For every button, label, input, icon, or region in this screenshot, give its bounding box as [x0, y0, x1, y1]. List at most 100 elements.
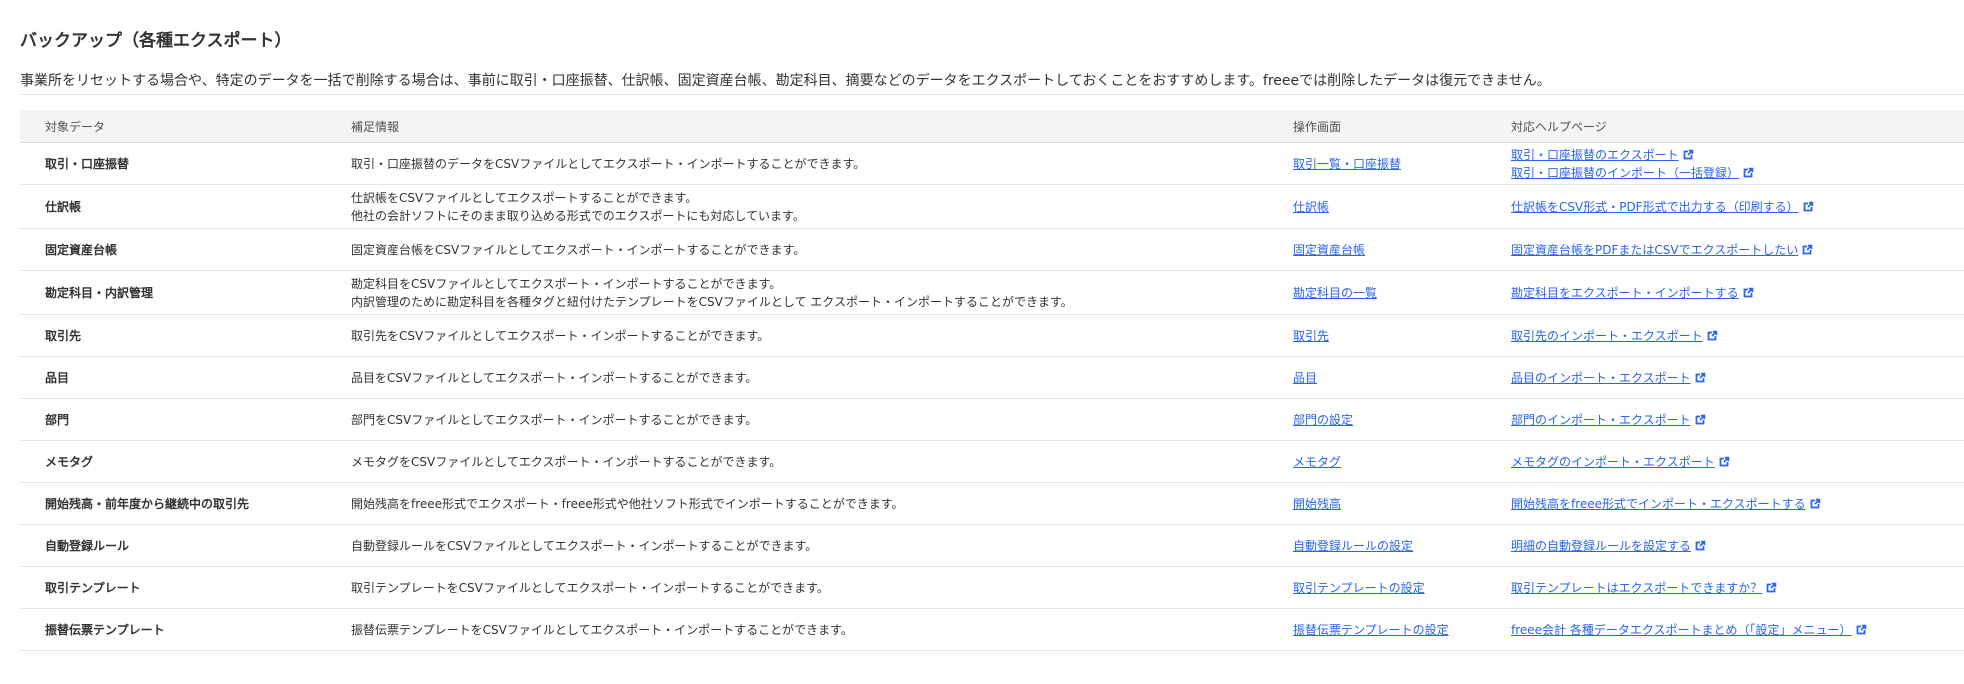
row-info-line: 取引・口座振替のデータをCSVファイルとしてエクスポート・インポートすることがで…	[351, 156, 866, 171]
table-row: 取引先 取引先をCSVファイルとしてエクスポート・インポートすることができます。…	[20, 314, 1964, 357]
row-screen: 振替伝票テンプレートの設定	[1268, 608, 1486, 651]
backup-table: 対象データ 補足情報 操作画面 対応ヘルプページ 取引・口座振替 取引・口座振替…	[20, 110, 1964, 651]
row-screen: 開始残高	[1268, 482, 1486, 525]
help-link[interactable]: 取引先のインポート・エクスポート	[1511, 329, 1703, 343]
row-target: メモタグ	[20, 440, 326, 483]
help-link[interactable]: 品目のインポート・エクスポート	[1511, 371, 1691, 385]
help-link[interactable]: 明細の自動登録ルールを設定する	[1511, 539, 1691, 553]
help-link[interactable]: 仕訳帳をCSV形式・PDF形式で出力する（印刷する）	[1511, 200, 1799, 214]
help-link[interactable]: 取引テンプレートはエクスポートできますか？	[1511, 581, 1762, 595]
header-info: 補足情報	[326, 110, 1268, 143]
row-screen: 取引一覧・口座振替	[1268, 142, 1486, 185]
help-link[interactable]: freee会計 各種データエクスポートまとめ（「設定」メニュー）	[1511, 623, 1852, 637]
table-body: 取引・口座振替 取引・口座振替のデータをCSVファイルとしてエクスポート・インポ…	[20, 142, 1964, 651]
help-link-wrap: 品目のインポート・エクスポート	[1511, 369, 1964, 387]
external-link-icon[interactable]	[1801, 200, 1815, 214]
row-info: 勘定科目をCSVファイルとしてエクスポート・インポートすることができます。 内訳…	[326, 270, 1268, 315]
row-help: 取引先のインポート・エクスポート	[1486, 314, 1964, 357]
help-link-wrap: 取引先のインポート・エクスポート	[1511, 327, 1964, 345]
help-link-wrap: 仕訳帳をCSV形式・PDF形式で出力する（印刷する）	[1511, 198, 1964, 216]
row-screen: 自動登録ルールの設定	[1268, 524, 1486, 567]
row-screen: 取引先	[1268, 314, 1486, 357]
external-link-icon[interactable]	[1693, 371, 1707, 385]
help-link-wrap: メモタグのインポート・エクスポート	[1511, 453, 1964, 471]
row-help: 品目のインポート・エクスポート	[1486, 356, 1964, 399]
help-link[interactable]: メモタグのインポート・エクスポート	[1511, 455, 1715, 469]
help-link[interactable]: 固定資産台帳をPDFまたはCSVでエクスポートしたい	[1511, 243, 1798, 257]
help-link[interactable]: 開始残高をfreee形式でインポート・エクスポートする	[1511, 497, 1806, 511]
row-info-line: 振替伝票テンプレートをCSVファイルとしてエクスポート・インポートすることができ…	[351, 622, 853, 637]
help-link-wrap: 勘定科目をエクスポート・インポートする	[1511, 284, 1964, 302]
table-header-row: 対象データ 補足情報 操作画面 対応ヘルプページ	[20, 110, 1964, 143]
row-target: 取引・口座振替	[20, 142, 326, 185]
row-info: 開始残高をfreee形式でエクスポート・freee形式や他社ソフト形式でインポー…	[326, 482, 1268, 525]
row-info-line: 固定資産台帳をCSVファイルとしてエクスポート・インポートすることができます。	[351, 242, 806, 257]
row-target: 自動登録ルール	[20, 524, 326, 567]
page-title: バックアップ（各種エクスポート）	[20, 31, 292, 51]
row-info: 部門をCSVファイルとしてエクスポート・インポートすることができます。	[326, 398, 1268, 441]
screen-link[interactable]: 開始残高	[1293, 497, 1341, 511]
screen-link[interactable]: 固定資産台帳	[1293, 243, 1365, 257]
external-link-icon[interactable]	[1764, 581, 1778, 595]
row-target: 品目	[20, 356, 326, 399]
row-target: 取引先	[20, 314, 326, 357]
external-link-icon[interactable]	[1741, 286, 1755, 300]
row-target: 勘定科目・内訳管理	[20, 270, 326, 315]
row-screen: 部門の設定	[1268, 398, 1486, 441]
table-row: 開始残高・前年度から継続中の取引先 開始残高をfreee形式でエクスポート・fr…	[20, 482, 1964, 525]
row-info-line: 部門をCSVファイルとしてエクスポート・インポートすることができます。	[351, 412, 758, 427]
row-info-line: 他社の会計ソフトにそのまま取り込める形式でのエクスポートにも対応しています。	[351, 208, 805, 223]
external-link-icon[interactable]	[1808, 497, 1822, 511]
external-link-icon[interactable]	[1705, 329, 1719, 343]
help-link-wrap: 部門のインポート・エクスポート	[1511, 411, 1964, 429]
row-info-line: 勘定科目をCSVファイルとしてエクスポート・インポートすることができます。	[351, 276, 782, 291]
screen-link[interactable]: 品目	[1293, 371, 1317, 385]
external-link-icon[interactable]	[1854, 623, 1868, 637]
screen-link[interactable]: 取引先	[1293, 329, 1329, 343]
row-info-line: 自動登録ルールをCSVファイルとしてエクスポート・インポートすることができます。	[351, 538, 818, 553]
row-help: 固定資産台帳をPDFまたはCSVでエクスポートしたい	[1486, 228, 1964, 271]
row-target: 振替伝票テンプレート	[20, 608, 326, 651]
table-header: 対象データ 補足情報 操作画面 対応ヘルプページ	[20, 110, 1964, 143]
table-row: 部門 部門をCSVファイルとしてエクスポート・インポートすることができます。 部…	[20, 398, 1964, 441]
screen-link[interactable]: 勘定科目の一覧	[1293, 286, 1377, 300]
help-link-wrap: 取引・口座振替のインポート（一括登録）	[1511, 164, 1964, 182]
row-help: 取引テンプレートはエクスポートできますか？	[1486, 566, 1964, 609]
row-screen: メモタグ	[1268, 440, 1486, 483]
table-row: 取引テンプレート 取引テンプレートをCSVファイルとしてエクスポート・インポート…	[20, 566, 1964, 609]
page-description: 事業所をリセットする場合や、特定のデータを一括で削除する場合は、事前に取引・口座…	[20, 73, 1551, 89]
row-screen: 仕訳帳	[1268, 184, 1486, 229]
screen-link[interactable]: 部門の設定	[1293, 413, 1353, 427]
external-link-icon[interactable]	[1717, 455, 1731, 469]
help-link[interactable]: 取引・口座振替のエクスポート	[1511, 148, 1679, 162]
header-target: 対象データ	[20, 110, 326, 143]
external-link-icon[interactable]	[1741, 166, 1755, 180]
screen-link[interactable]: メモタグ	[1293, 455, 1341, 469]
screen-link[interactable]: 自動登録ルールの設定	[1293, 539, 1413, 553]
table-row: 振替伝票テンプレート 振替伝票テンプレートをCSVファイルとしてエクスポート・イ…	[20, 608, 1964, 651]
external-link-icon[interactable]	[1693, 413, 1707, 427]
screen-link[interactable]: 仕訳帳	[1293, 200, 1329, 214]
row-help: 取引・口座振替のエクスポート 取引・口座振替のインポート（一括登録）	[1486, 142, 1964, 185]
help-link[interactable]: 勘定科目をエクスポート・インポートする	[1511, 286, 1739, 300]
row-help: 部門のインポート・エクスポート	[1486, 398, 1964, 441]
header-help: 対応ヘルプページ	[1486, 110, 1964, 143]
row-help: メモタグのインポート・エクスポート	[1486, 440, 1964, 483]
row-info-line: 開始残高をfreee形式でエクスポート・freee形式や他社ソフト形式でインポー…	[351, 496, 904, 511]
external-link-icon[interactable]	[1681, 148, 1695, 162]
row-help: 仕訳帳をCSV形式・PDF形式で出力する（印刷する）	[1486, 184, 1964, 229]
screen-link[interactable]: 振替伝票テンプレートの設定	[1293, 623, 1449, 637]
external-link-icon[interactable]	[1693, 539, 1707, 553]
row-info: 振替伝票テンプレートをCSVファイルとしてエクスポート・インポートすることができ…	[326, 608, 1268, 651]
divider	[20, 94, 1964, 95]
help-link-wrap: 固定資産台帳をPDFまたはCSVでエクスポートしたい	[1511, 241, 1964, 259]
help-link[interactable]: 部門のインポート・エクスポート	[1511, 413, 1691, 427]
row-screen: 品目	[1268, 356, 1486, 399]
table-row: 取引・口座振替 取引・口座振替のデータをCSVファイルとしてエクスポート・インポ…	[20, 142, 1964, 185]
external-link-icon[interactable]	[1800, 243, 1814, 257]
screen-link[interactable]: 取引テンプレートの設定	[1293, 581, 1425, 595]
screen-link[interactable]: 取引一覧・口座振替	[1293, 157, 1401, 171]
row-target: 仕訳帳	[20, 184, 326, 229]
table-row: 勘定科目・内訳管理 勘定科目をCSVファイルとしてエクスポート・インポートするこ…	[20, 270, 1964, 315]
help-link[interactable]: 取引・口座振替のインポート（一括登録）	[1511, 166, 1739, 180]
